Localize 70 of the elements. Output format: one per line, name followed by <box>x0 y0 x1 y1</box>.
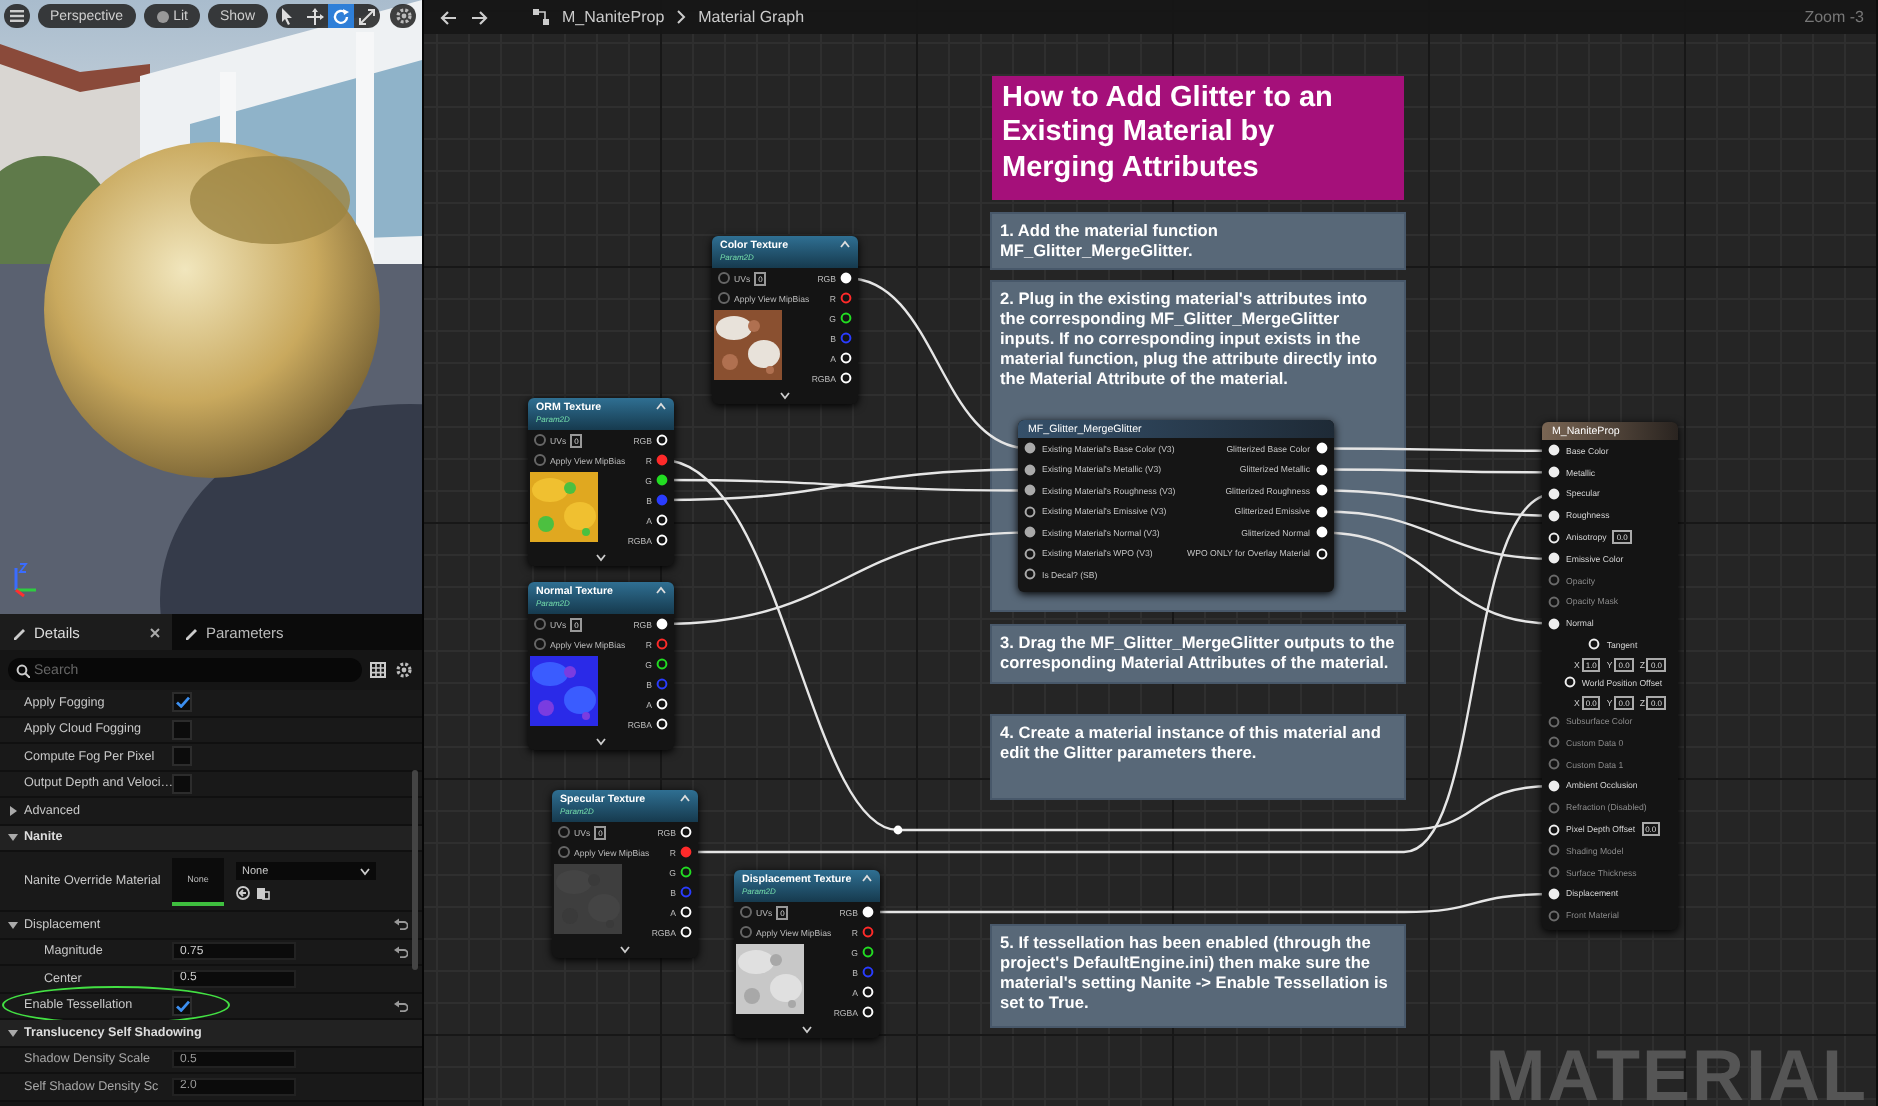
pin-icon[interactable] <box>1024 568 1036 581</box>
reset-icon[interactable] <box>394 999 408 1012</box>
chevron-icon[interactable] <box>802 1026 812 1034</box>
checkbox[interactable] <box>172 692 192 713</box>
menu-icon <box>10 10 24 22</box>
arrow-icon[interactable] <box>236 886 250 900</box>
pencil-icon <box>184 625 198 639</box>
chevron-icon[interactable] <box>656 402 666 410</box>
graph-type-label: MATERIAL <box>1485 1034 1868 1106</box>
move-icon <box>305 7 323 25</box>
comment-box[interactable]: 3. Drag the MF_Glitter_MergeGlitter outputs to the corresponding Material Attributes of the material. <box>992 626 1404 682</box>
pin-icon[interactable] <box>862 946 874 958</box>
breadcrumb-link[interactable]: Material Graph <box>698 8 805 26</box>
caret-icon[interactable] <box>8 919 18 930</box>
chevron-icon[interactable] <box>840 240 850 248</box>
pin-icon[interactable] <box>1024 484 1036 497</box>
reroute-node[interactable] <box>893 825 903 835</box>
comment-box[interactable]: 1. Add the material function MF_Glitter_MergeGlitter. <box>992 214 1404 268</box>
caret-icon <box>360 867 370 875</box>
folder-icon[interactable] <box>256 886 270 900</box>
chevron-icon[interactable] <box>680 794 690 802</box>
checkbox[interactable] <box>172 719 192 740</box>
pin-icon[interactable] <box>656 474 668 486</box>
comment-box[interactable]: 5. If tessellation has been enabled (through the project's DefaultEngine.ini) then make sure the material's setting Nanite -> Enable Tessellation is set to True. <box>992 926 1404 1026</box>
transform-tool-button[interactable] <box>327 4 353 28</box>
back-icon[interactable] <box>440 9 458 25</box>
check-icon <box>175 999 189 1012</box>
pin-icon[interactable] <box>656 658 668 670</box>
scrollbar-thumb[interactable] <box>412 770 418 970</box>
transform-tool-button[interactable] <box>301 4 327 28</box>
pin-icon[interactable] <box>1024 463 1036 476</box>
scale-icon <box>357 7 375 25</box>
check-icon <box>175 696 189 709</box>
pin-icon[interactable] <box>840 312 852 324</box>
table-icon[interactable] <box>370 662 386 678</box>
settings-icon[interactable] <box>394 660 414 680</box>
pin-icon[interactable] <box>1024 547 1036 560</box>
close-icon[interactable] <box>150 627 160 637</box>
chevron-icon[interactable] <box>596 738 606 746</box>
pin-icon[interactable] <box>1024 442 1036 455</box>
chevron-icon[interactable] <box>596 554 606 562</box>
checkbox[interactable] <box>172 773 192 794</box>
comment-box[interactable]: How to Add Glitter to an Existing Material by Merging Attributes <box>992 76 1404 200</box>
chevron-icon[interactable] <box>620 946 630 954</box>
cursor-icon <box>279 7 297 25</box>
pin-icon[interactable] <box>1024 505 1036 518</box>
transform-tool-button[interactable] <box>353 4 379 28</box>
settings-icon <box>393 6 413 26</box>
breadcrumb-link[interactable]: M_NaniteProp <box>562 8 665 26</box>
checkbox[interactable] <box>172 746 192 767</box>
caret-icon[interactable] <box>8 832 18 843</box>
pin-icon[interactable] <box>680 866 692 878</box>
zoom-label: Zoom -3 <box>1804 8 1864 26</box>
chevron-icon[interactable] <box>656 586 666 594</box>
comment-box[interactable]: 4. Create a material instance of this material and edit the Glitter parameters there. <box>992 716 1404 798</box>
graph-icon <box>532 8 550 26</box>
material-node[interactable] <box>1542 422 1678 931</box>
chevron-icon <box>676 10 687 24</box>
search-icon <box>16 663 30 677</box>
rotate-icon <box>331 7 349 25</box>
sphere-icon <box>155 9 170 23</box>
chevron-icon[interactable] <box>780 392 790 400</box>
material-node[interactable] <box>1018 420 1334 591</box>
forward-icon[interactable] <box>470 9 488 25</box>
caret-icon[interactable] <box>8 805 18 816</box>
pencil-icon <box>12 625 26 639</box>
checkbox[interactable] <box>172 995 192 1016</box>
pin-icon[interactable] <box>1024 526 1036 539</box>
chevron-icon[interactable] <box>862 874 872 882</box>
caret-icon[interactable] <box>8 1027 18 1038</box>
